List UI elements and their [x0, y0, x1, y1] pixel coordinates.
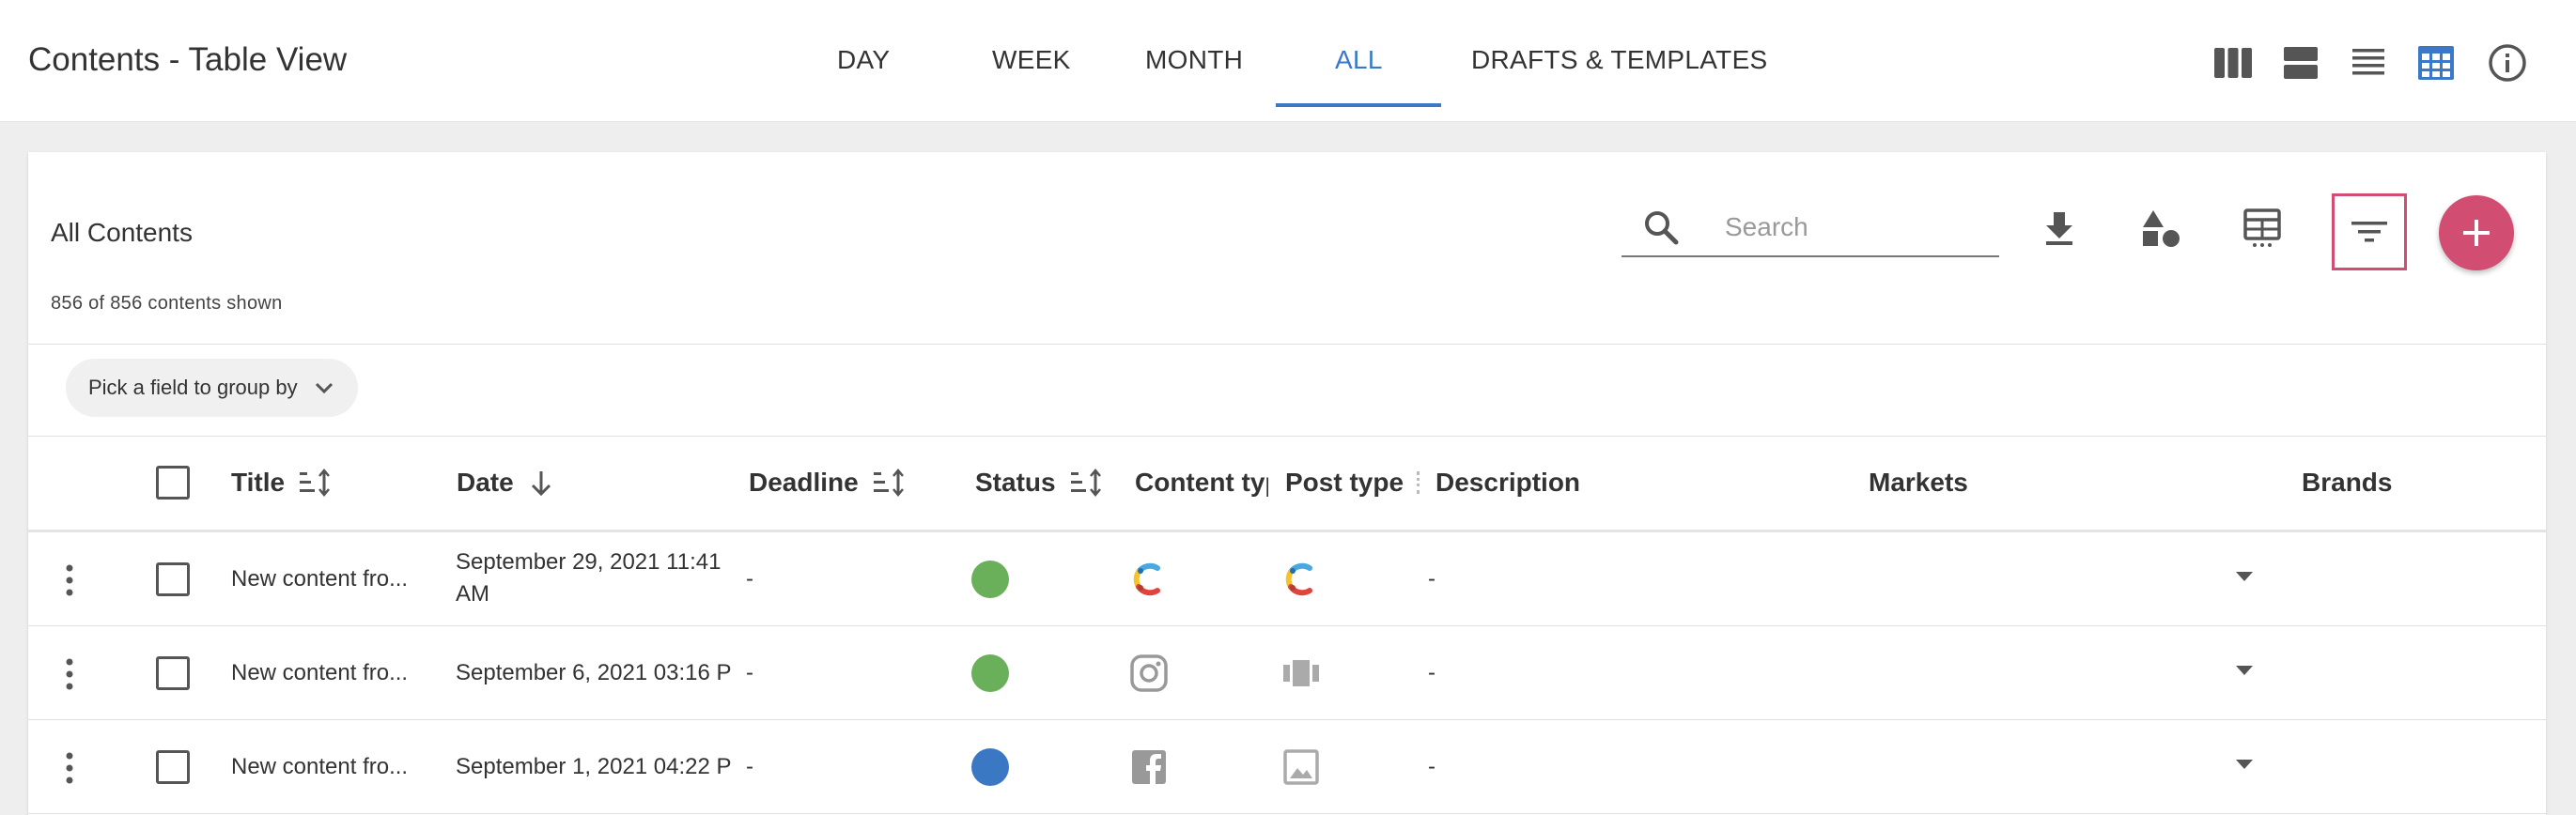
add-icon — [2463, 220, 2490, 246]
markets-dropdown-icon[interactable] — [2236, 666, 2253, 675]
row-checkbox[interactable] — [156, 750, 190, 784]
column-label: Title — [231, 468, 286, 497]
sort-icon[interactable] — [298, 468, 332, 498]
row-title[interactable]: New content fro... — [231, 566, 419, 592]
chevron-down-icon — [315, 382, 333, 394]
arrow-down-icon[interactable] — [527, 468, 555, 498]
divider — [28, 436, 2546, 437]
info-icon[interactable] — [2486, 41, 2529, 85]
column-header-deadline[interactable]: Deadline — [749, 468, 906, 498]
add-content-button[interactable] — [2439, 195, 2514, 270]
column-label: Deadline — [749, 468, 859, 497]
facebook-icon — [1132, 750, 1166, 784]
row-deadline: - — [746, 660, 753, 685]
page-title: Contents - Table View — [28, 41, 348, 78]
column-header-markets[interactable]: Markets — [1869, 468, 1968, 498]
carousel-icon — [1283, 660, 1319, 686]
column-label: Date — [457, 468, 514, 497]
markets-dropdown-icon[interactable] — [2236, 760, 2253, 769]
sort-icon[interactable] — [1069, 468, 1103, 498]
search-input[interactable] — [1725, 208, 1988, 246]
group-by-label: Pick a field to group by — [88, 376, 298, 399]
contentful-logo-icon — [1133, 562, 1160, 596]
table-view-icon[interactable] — [2414, 41, 2458, 85]
column-header-description[interactable]: Description — [1435, 468, 1580, 498]
table-settings-icon[interactable] — [2240, 205, 2285, 250]
column-resize-handle[interactable] — [1417, 471, 1420, 494]
more-options-icon[interactable] — [66, 564, 73, 596]
top-app-bar: Contents - Table View DAY WEEK MONTH ALL… — [0, 0, 2576, 122]
column-header-brands[interactable]: Brands — [2302, 468, 2392, 498]
table-row[interactable]: New content fro... September 1, 2021 04:… — [28, 720, 2546, 814]
markets-dropdown-icon[interactable] — [2236, 572, 2253, 581]
table-row[interactable]: New content fro... September 29, 2021 11… — [28, 532, 2546, 626]
column-label: Markets — [1869, 468, 1968, 497]
contents-panel: All Contents 856 of 856 contents shown P… — [28, 152, 2546, 815]
divider — [28, 344, 2546, 345]
row-date: September 1, 2021 04:22 P — [456, 754, 732, 779]
instagram-icon — [1130, 654, 1168, 692]
row-checkbox[interactable] — [156, 562, 190, 596]
contentful-logo-icon — [1285, 562, 1312, 596]
tab-all[interactable]: ALL — [1335, 45, 1383, 75]
status-dot — [971, 561, 1009, 598]
row-date-line2: AM — [456, 581, 489, 607]
tab-day[interactable]: DAY — [837, 45, 890, 75]
tab-month[interactable]: MONTH — [1145, 45, 1243, 75]
columns-view-icon[interactable] — [2211, 41, 2255, 85]
row-title[interactable]: New content fro... — [231, 754, 419, 780]
more-options-icon[interactable] — [66, 752, 73, 784]
panel-title: All Contents — [51, 218, 193, 247]
column-header-title[interactable]: Title — [231, 468, 332, 498]
active-tab-indicator — [1276, 103, 1441, 107]
tab-week[interactable]: WEEK — [992, 45, 1071, 75]
column-label: Content typ — [1135, 468, 1268, 497]
column-label: Description — [1435, 468, 1581, 497]
row-checkbox[interactable] — [156, 656, 190, 690]
sort-icon[interactable] — [872, 468, 906, 498]
row-description: - — [1428, 660, 1435, 685]
row-date: September 29, 2021 11:41 — [456, 549, 722, 575]
row-date: September 6, 2021 03:16 P — [456, 660, 732, 685]
image-icon — [1283, 749, 1319, 785]
column-header-content-type[interactable]: Content typ — [1135, 468, 1268, 498]
column-label: Post type — [1285, 468, 1404, 497]
column-header-post-type[interactable]: Post type — [1285, 468, 1420, 498]
more-options-icon[interactable] — [66, 658, 73, 690]
row-title[interactable]: New content fro... — [231, 660, 419, 686]
filter-icon — [2351, 222, 2387, 242]
row-description: - — [1428, 754, 1435, 779]
rows-view-icon[interactable] — [2279, 41, 2322, 85]
column-header-date[interactable]: Date — [457, 468, 555, 498]
select-all-checkbox[interactable] — [156, 466, 190, 500]
column-header-status[interactable]: Status — [975, 468, 1103, 498]
row-deadline: - — [746, 754, 753, 779]
tab-drafts-templates[interactable]: DRAFTS & TEMPLATES — [1471, 45, 1768, 75]
list-view-icon[interactable] — [2347, 41, 2390, 85]
table-row[interactable]: New content fro... September 6, 2021 03:… — [28, 626, 2546, 720]
download-icon[interactable] — [2037, 205, 2082, 250]
column-label: Status — [975, 468, 1056, 497]
group-by-select[interactable]: Pick a field to group by — [66, 359, 358, 417]
contents-count: 856 of 856 contents shown — [51, 293, 283, 314]
shapes-icon[interactable] — [2138, 205, 2183, 250]
search-icon — [1645, 211, 1679, 245]
column-label: Brands — [2302, 468, 2393, 497]
status-dot — [971, 748, 1009, 786]
row-deadline: - — [746, 566, 753, 592]
row-description: - — [1428, 566, 1435, 592]
status-dot — [971, 654, 1009, 692]
search-box — [1622, 197, 1999, 257]
filter-button[interactable] — [2332, 193, 2407, 270]
